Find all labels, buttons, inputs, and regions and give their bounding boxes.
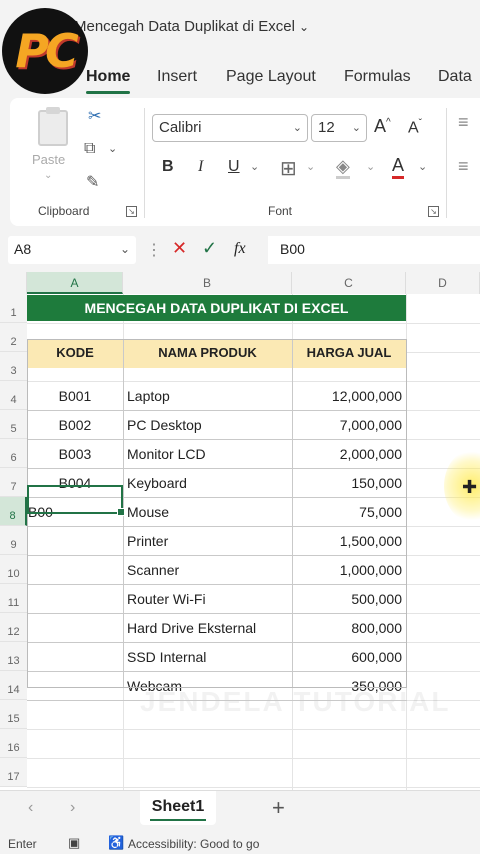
chevron-down-icon: ⌄ [292,122,302,134]
chevron-down-icon: ⌄ [351,122,361,134]
prev-sheet-icon[interactable]: ‹ [28,799,33,817]
row-header[interactable]: 15 [0,700,27,729]
row-header[interactable]: 7 [0,468,27,497]
name-box[interactable]: A8 ⌄ [8,236,136,264]
logo-text: PC [15,24,79,78]
title-bar: PC Mencegah Data Duplikat di Excel ⌄ [0,0,480,94]
gridline [27,758,480,759]
cut-icon[interactable]: ✂ [88,106,101,126]
fill-color-icon[interactable]: ◈ [336,156,350,179]
column-header-a[interactable]: A [27,272,123,294]
italic-button[interactable]: I [198,158,203,176]
align-top-icon[interactable]: ≡ [458,112,469,133]
font-family-value: Calibri [159,119,202,136]
row-header[interactable]: 4 [0,381,27,410]
row-header[interactable]: 10 [0,555,27,584]
align-left-icon[interactable]: ≡ [458,156,469,177]
underline-button[interactable]: U [228,158,240,176]
row-header[interactable]: 3 [0,352,27,381]
tab-insert[interactable]: Insert [157,68,197,86]
tab-data[interactable]: Data [438,68,472,86]
add-sheet-icon[interactable]: + [272,795,285,821]
row-header[interactable]: 14 [0,671,27,700]
table-row-divider [27,700,407,701]
sheet-tab-sheet1[interactable]: Sheet1 [140,791,216,825]
document-title[interactable]: Mencegah Data Duplikat di Excel ⌄ [74,18,309,35]
select-all-corner[interactable] [0,272,27,294]
borders-dropdown-icon[interactable]: ⌄ [306,160,315,173]
active-cell-indicator [27,485,125,516]
row-header[interactable]: 13 [0,642,27,671]
more-options-icon[interactable]: ⋮ [146,240,162,260]
accessibility-icon[interactable]: ♿ [108,835,124,851]
row-header[interactable]: 17 [0,758,27,787]
borders-icon[interactable]: ⊞ [280,156,297,181]
paste-dropdown-icon[interactable]: ⌄ [44,170,52,181]
chevron-down-icon: ⌄ [119,242,130,256]
copy-icon[interactable]: ⧉ [84,140,95,158]
row-header[interactable]: 5 [0,410,27,439]
cancel-icon[interactable]: ✕ [172,238,187,259]
row-header[interactable]: 9 [0,526,27,555]
fill-color-dropdown-icon[interactable]: ⌄ [366,160,375,173]
format-painter-icon[interactable]: ✎ [86,172,99,192]
grow-font-letter: A [374,116,387,136]
font-color-letter: A [392,155,405,175]
bold-button[interactable]: B [162,158,174,176]
formula-bar: A8 ⌄ ⋮ ✕ ✓ fx B00 [0,234,480,266]
tab-formulas[interactable]: Formulas [344,68,411,86]
sheet-title-cell[interactable]: MENCEGAH DATA DUPLIKAT DI EXCEL [27,295,406,321]
ribbon-divider [446,108,447,218]
gridline [27,787,480,788]
gridline [27,729,480,730]
clipboard-group-label: Clipboard [38,204,90,218]
paste-button-label[interactable]: Paste [32,152,65,167]
font-size-select[interactable]: 12 ⌄ [311,114,367,142]
font-size-value: 12 [318,119,335,136]
accessibility-status[interactable]: Accessibility: Good to go [128,837,259,851]
row-header[interactable]: 2 [0,323,27,352]
copy-dropdown-icon[interactable]: ⌄ [108,142,117,155]
formula-input[interactable]: B00 [268,236,480,264]
row-header[interactable]: 16 [0,729,27,758]
clipboard-launcher-icon[interactable]: ↘ [126,206,137,217]
gridline [27,323,480,324]
tab-home[interactable]: Home [86,68,131,94]
row-header[interactable]: 6 [0,439,27,468]
document-title-text: Mencegah Data Duplikat di Excel [74,18,295,35]
underline-dropdown-icon[interactable]: ⌄ [250,160,259,173]
sheet-tabs-bar: ‹ › Sheet1 + [0,790,480,828]
ribbon-panel: Paste ⌄ ✂ ⧉ ⌄ ✎ Clipboard ↘ Calibri ⌄ 12 ⌄… [10,98,480,226]
font-color-button[interactable]: A [392,154,405,179]
next-sheet-icon[interactable]: › [70,799,75,817]
enter-icon[interactable]: ✓ [202,238,217,259]
cell-cursor-icon: ✚ [462,477,478,497]
insert-function-icon[interactable]: fx [234,240,246,258]
paste-icon[interactable] [38,107,68,146]
decrease-font-size-button[interactable]: Aˇ [408,118,422,137]
font-color-dropdown-icon[interactable]: ⌄ [418,160,427,173]
column-header-b[interactable]: B [123,272,292,294]
font-family-select[interactable]: Calibri ⌄ [152,114,308,142]
column-header-d[interactable]: D [406,272,480,294]
status-mode: Enter [8,837,37,851]
increase-font-size-button[interactable]: A^ [374,116,391,137]
row-header[interactable]: 8 [0,497,27,526]
row-header[interactable]: 1 [0,294,27,323]
name-box-value: A8 [14,241,32,257]
worksheet-grid[interactable]: A B C D 1 2 3 4 5 6 7 8 9 10 11 12 13 14 15 16 17 JENDEL… [0,272,480,790]
font-launcher-icon[interactable]: ↘ [428,206,439,217]
font-group-label: Font [268,204,293,218]
ribbon-divider [144,108,145,218]
column-header-c[interactable]: C [292,272,406,294]
cell-mode-icon[interactable]: ▣ [68,835,80,851]
channel-logo: PC [2,8,88,94]
chevron-down-icon[interactable]: ⌄ [299,20,309,34]
row-header[interactable]: 12 [0,613,27,642]
row-header[interactable]: 11 [0,584,27,613]
tab-page-layout[interactable]: Page Layout [226,68,316,86]
status-bar: Enter ▣ ♿ Accessibility: Good to go [0,832,480,854]
shrink-font-letter: A [408,119,419,137]
